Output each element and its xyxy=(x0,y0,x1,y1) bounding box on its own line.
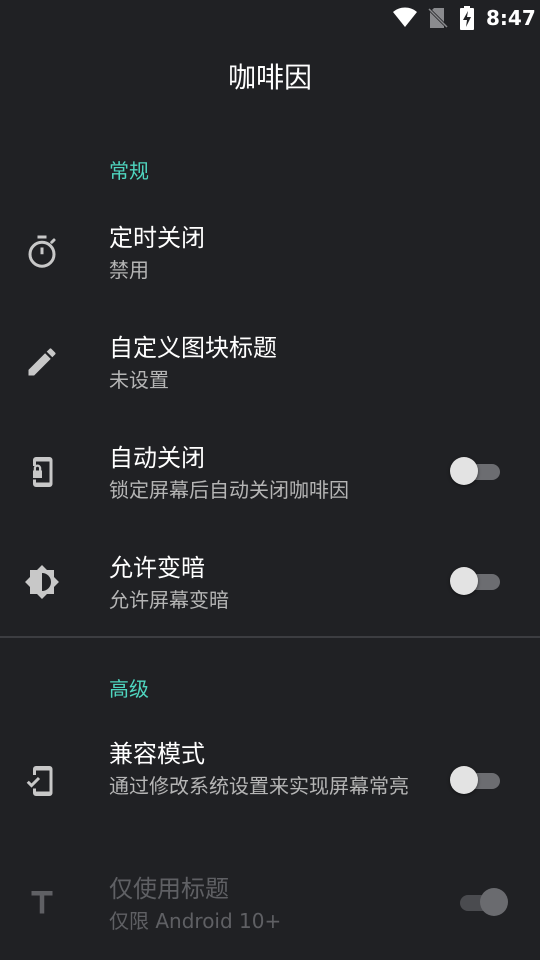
pencil-icon xyxy=(28,348,56,376)
allow-dim-switch[interactable] xyxy=(450,565,502,597)
timer-icon xyxy=(28,235,56,268)
text-icon xyxy=(31,891,53,914)
pref-auto-off-title: 自动关闭 xyxy=(109,444,205,472)
section-header-advanced: 高级 xyxy=(109,677,149,701)
pref-timeout-summary: 禁用 xyxy=(109,258,149,282)
section-header-general: 常规 xyxy=(109,159,149,183)
pref-compat-mode[interactable]: 兼容模式 通过修改系统设置来实现屏幕常亮 xyxy=(0,713,540,843)
switch-thumb xyxy=(450,457,478,485)
compat-mode-switch[interactable] xyxy=(450,764,502,796)
no-sim-icon xyxy=(428,7,448,29)
status-time: 8:47 xyxy=(486,6,536,30)
brightness-icon xyxy=(25,565,59,599)
pref-allow-dim-title: 允许变暗 xyxy=(109,554,205,582)
pref-compat-mode-title: 兼容模式 xyxy=(109,740,205,768)
switch-thumb xyxy=(450,766,478,794)
section-divider xyxy=(0,636,540,638)
pref-title-only: 仅使用标题 仅限 Android 10+ xyxy=(0,848,540,956)
page-title: 咖啡因 xyxy=(227,61,312,94)
pref-allow-dim[interactable]: 允许变暗 允许屏幕变暗 xyxy=(0,527,540,635)
pref-allow-dim-summary: 允许屏幕变暗 xyxy=(109,588,229,612)
pref-auto-off[interactable]: 自动关闭 锁定屏幕后自动关闭咖啡因 xyxy=(0,417,540,525)
phone-lock-icon xyxy=(33,457,53,487)
pref-auto-off-summary: 锁定屏幕后自动关闭咖啡因 xyxy=(109,478,349,502)
battery-charging-icon xyxy=(460,6,474,30)
status-bar: 8:47 xyxy=(0,0,540,36)
pref-custom-tile-title-summary: 未设置 xyxy=(109,368,169,392)
pref-timeout-title: 定时关闭 xyxy=(109,224,205,252)
pref-title-only-summary: 仅限 Android 10+ xyxy=(109,909,282,933)
switch-thumb xyxy=(480,888,508,916)
auto-off-switch[interactable] xyxy=(450,455,502,487)
wifi-icon xyxy=(393,7,417,27)
pref-timeout[interactable]: 定时关闭 禁用 xyxy=(0,197,540,305)
pref-title-only-title: 仅使用标题 xyxy=(109,875,229,903)
switch-thumb xyxy=(450,567,478,595)
pref-custom-tile-title-title: 自定义图块标题 xyxy=(109,334,277,362)
title-only-switch xyxy=(450,886,508,918)
phone-check-icon xyxy=(26,766,53,796)
pref-compat-mode-summary: 通过修改系统设置来实现屏幕常亮 xyxy=(109,774,409,798)
pref-custom-tile-title[interactable]: 自定义图块标题 未设置 xyxy=(0,307,540,415)
